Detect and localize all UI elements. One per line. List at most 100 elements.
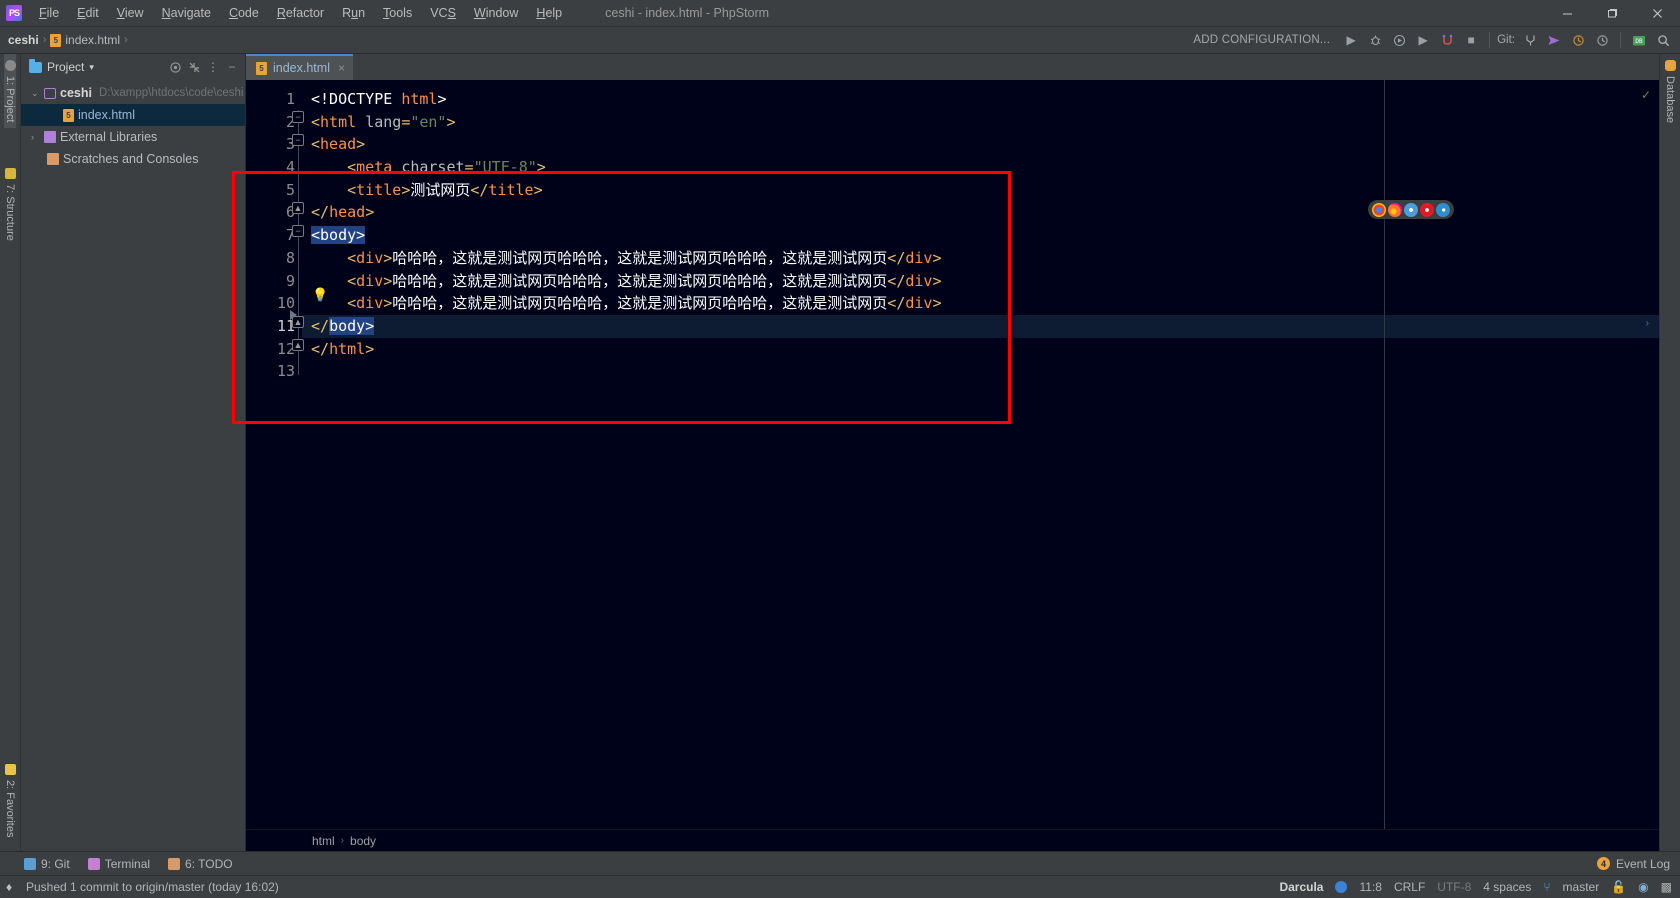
fold-marker-line-3[interactable]: −: [292, 134, 304, 146]
code-line-11[interactable]: </body>: [302, 314, 1659, 338]
code-line-8[interactable]: <div>哈哈哈，这就是测试网页哈哈哈，这就是测试网页哈哈哈，这就是测试网页</…: [302, 247, 1659, 270]
chevron-down-icon-ceshi[interactable]: ⌄: [31, 88, 40, 99]
stop-button[interactable]: ■: [1460, 29, 1482, 51]
tab-index-html[interactable]: 5 index.html ×: [246, 54, 353, 80]
breadcrumb-file[interactable]: 5 index.html: [50, 33, 120, 47]
chevron-down-icon[interactable]: ▾: [89, 62, 94, 73]
code-line-2[interactable]: <html lang="en">: [302, 111, 1659, 134]
menu-code[interactable]: Code: [220, 3, 268, 23]
chrome-icon[interactable]: [1372, 202, 1386, 217]
commit-icon[interactable]: [1543, 29, 1565, 51]
firefox-icon[interactable]: [1388, 202, 1402, 217]
read-only-lock-icon[interactable]: 🔓: [1611, 880, 1626, 894]
code-line-3[interactable]: <head>: [302, 133, 1659, 156]
intention-bulb-icon[interactable]: 💡: [312, 287, 328, 303]
encoding-indicator[interactable]: UTF-8: [1437, 880, 1471, 894]
maximize-icon[interactable]: [1590, 0, 1635, 27]
menu-edit[interactable]: Edit: [68, 3, 108, 23]
database-strip-icon: [1664, 60, 1676, 71]
tree-item-index-html[interactable]: 5 index.html: [21, 104, 245, 126]
tab-close-icon[interactable]: ×: [338, 61, 345, 75]
line-number-4[interactable]: 4: [246, 156, 302, 179]
editor-breadcrumb-body[interactable]: body: [350, 834, 376, 848]
line-separator-indicator[interactable]: CRLF: [1394, 880, 1425, 894]
collapse-all-icon[interactable]: [185, 58, 203, 76]
code-token: 哈哈哈，这就是测试网页哈哈哈，这就是测试网页哈哈哈，这就是测试网页: [392, 294, 888, 313]
tool-button-project[interactable]: 1: Project: [4, 54, 16, 129]
line-number-13[interactable]: 13: [246, 360, 302, 383]
menu-view[interactable]: View: [108, 3, 153, 23]
tree-item-scratches[interactable]: Scratches and Consoles: [21, 148, 245, 170]
inspections-icon[interactable]: ◉: [1638, 880, 1648, 894]
hide-panel-icon[interactable]: −: [223, 58, 241, 76]
menu-refactor[interactable]: Refactor: [268, 3, 333, 23]
line-number-1[interactable]: 1: [246, 88, 302, 111]
tool-button-database[interactable]: Database: [1664, 54, 1676, 129]
code-line-1[interactable]: <!DOCTYPE html>: [302, 88, 1659, 111]
line-number-8[interactable]: 8: [246, 247, 302, 270]
rollback-icon[interactable]: [1567, 29, 1589, 51]
fold-marker-line-6[interactable]: ▲: [292, 202, 304, 214]
fold-marker-line-2[interactable]: −: [292, 111, 304, 123]
bottom-tool-bar: 9: Git Terminal 6: TODO 4 Event Log: [0, 851, 1680, 875]
tool-button-favorites[interactable]: 2: Favorites: [4, 758, 16, 843]
code-line-6[interactable]: </head>: [302, 201, 1659, 224]
menu-tools[interactable]: Tools: [374, 3, 421, 23]
menu-navigate[interactable]: Navigate: [153, 3, 220, 23]
attach-debugger-button[interactable]: [1436, 29, 1458, 51]
indent-indicator[interactable]: 4 spaces: [1483, 880, 1531, 894]
code-line-4[interactable]: <meta charset="UTF-8">: [302, 156, 1659, 179]
debug-button[interactable]: [1364, 29, 1386, 51]
menu-file[interactable]: File: [30, 3, 68, 23]
menu-vcs[interactable]: VCS: [421, 3, 465, 23]
tree-item-external-libraries[interactable]: › External Libraries: [21, 126, 245, 148]
run-profiler-button[interactable]: ▶: [1412, 29, 1434, 51]
code-editor[interactable]: 1 2 3 4 5 6 7 8 9 10 11 12 13 <!DOCTYPE html> <html l…: [232, 80, 1659, 829]
edge-icon[interactable]: [1436, 202, 1450, 217]
locate-file-icon[interactable]: [166, 58, 184, 76]
opera-icon[interactable]: [1420, 202, 1434, 217]
status-message[interactable]: Pushed 1 commit to origin/master (today …: [26, 880, 279, 894]
options-icon[interactable]: ⋮: [204, 58, 222, 76]
code-content[interactable]: <!DOCTYPE html> <html lang="en"> <head> <m…: [302, 80, 1659, 829]
fold-marker-line-12[interactable]: ▲: [292, 339, 304, 351]
update-project-icon[interactable]: [1519, 29, 1541, 51]
branch-indicator[interactable]: master: [1563, 880, 1600, 894]
editor-breadcrumb-html[interactable]: html: [312, 834, 335, 848]
tool-button-git[interactable]: 9: Git: [24, 857, 70, 871]
menu-help[interactable]: Help: [527, 3, 571, 23]
safari-icon[interactable]: [1404, 202, 1418, 217]
code-line-5[interactable]: <title>测试网页</title>: [302, 179, 1659, 202]
add-configuration-button[interactable]: ADD CONFIGURATION...: [1193, 34, 1330, 46]
line-number-5[interactable]: 5: [246, 179, 302, 202]
tree-item-ceshi[interactable]: ⌄ ceshi D:\xampp\htdocs\code\ceshi: [21, 82, 245, 104]
code-line-10[interactable]: <div>哈哈哈，这就是测试网页哈哈哈，这就是测试网页哈哈哈，这就是测试网页</…: [302, 292, 1659, 315]
project-tool-window: Project ▾ ⋮ − ⌄ ceshi D:\xampp\htdocs\co…: [21, 54, 246, 851]
caret-position-indicator[interactable]: 11:8: [1359, 880, 1381, 894]
database-icon[interactable]: DB: [1628, 29, 1650, 51]
tool-button-todo[interactable]: 6: TODO: [168, 857, 233, 871]
close-icon[interactable]: [1635, 0, 1680, 27]
line-number-9[interactable]: 9: [246, 270, 302, 293]
tool-button-terminal[interactable]: Terminal: [87, 857, 150, 871]
theme-color-dot-icon[interactable]: [1335, 881, 1348, 893]
code-line-13[interactable]: [302, 360, 1659, 383]
database-status-icon[interactable]: ▩: [1661, 880, 1672, 894]
minimize-icon[interactable]: [1545, 0, 1590, 27]
code-line-9[interactable]: <div>哈哈哈，这就是测试网页哈哈哈，这就是测试网页哈哈哈，这就是测试网页</…: [302, 270, 1659, 293]
chevron-right-icon-libs[interactable]: ›: [31, 132, 40, 142]
menu-run[interactable]: Run: [333, 3, 374, 23]
code-line-12[interactable]: </html>: [302, 338, 1659, 361]
menu-window[interactable]: Window: [465, 3, 527, 23]
code-line-7[interactable]: <body>: [302, 224, 1659, 247]
theme-indicator[interactable]: Darcula: [1279, 880, 1323, 894]
fold-marker-line-7[interactable]: −: [292, 225, 304, 237]
run-button[interactable]: ▶: [1340, 29, 1362, 51]
breadcrumb-project[interactable]: ceshi: [8, 33, 39, 47]
run-with-coverage-button[interactable]: [1388, 29, 1410, 51]
inspection-status-icon[interactable]: ✓: [1641, 88, 1651, 102]
search-everywhere-icon[interactable]: [1652, 29, 1674, 51]
history-icon[interactable]: [1591, 29, 1613, 51]
tool-button-structure[interactable]: 7: Structure: [4, 162, 16, 247]
event-log-button[interactable]: 4 Event Log: [1596, 857, 1680, 871]
